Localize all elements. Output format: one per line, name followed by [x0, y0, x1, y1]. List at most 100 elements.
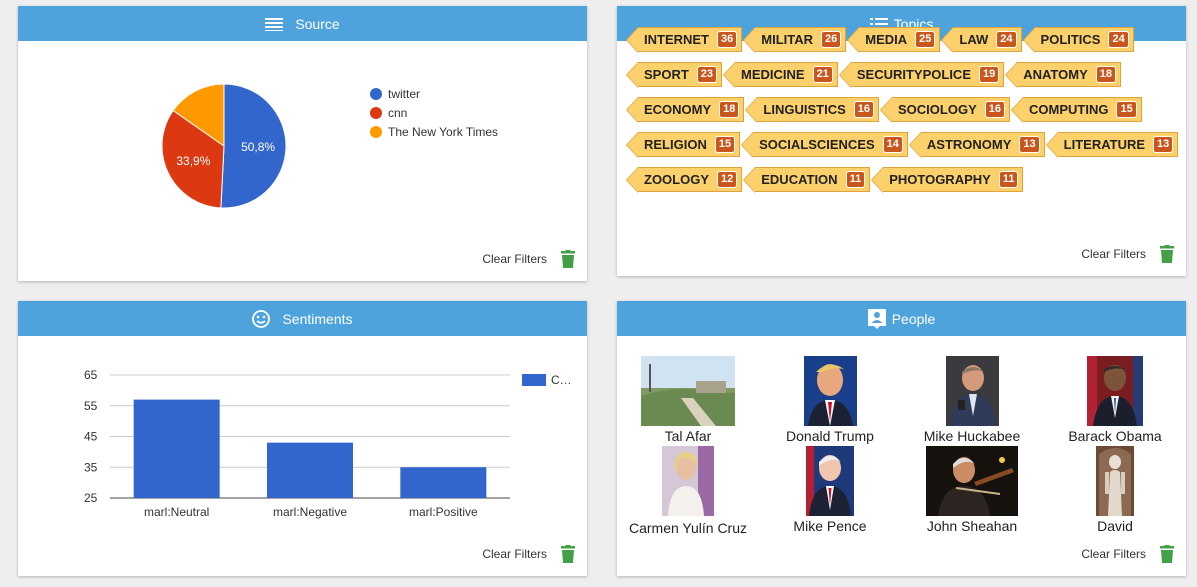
clear-filters-button[interactable]: Clear Filters	[1081, 547, 1146, 561]
legend-item[interactable]: cnn	[370, 103, 498, 122]
topic-tag-law[interactable]: LAW 24	[941, 27, 1022, 53]
legend-label: cnn	[388, 105, 408, 120]
topic-tag-sport[interactable]: SPORT 23	[625, 62, 723, 88]
trash-icon[interactable]	[561, 250, 575, 268]
topic-tag-label: EDUCATION	[761, 172, 838, 187]
topic-tag-count: 18	[719, 101, 740, 118]
bar-marl-neutral[interactable]	[133, 399, 220, 498]
y-tick-label: 25	[84, 491, 98, 505]
person-name: Donald Trump	[786, 428, 874, 444]
person-name: Mike Pence	[793, 518, 867, 534]
sentiments-bar-chart[interactable]: 25 35 45 55 65 marl:Neutral marl:Negative marl:…	[18, 356, 587, 556]
topic-tag-count: 24	[1108, 31, 1129, 48]
topic-tag-count: 26	[821, 31, 842, 48]
bar-marl-positive[interactable]	[400, 467, 487, 498]
trash-icon[interactable]	[1160, 245, 1174, 263]
topic-tag-count: 13	[1019, 136, 1040, 153]
topic-tag-label: ECONOMY	[644, 102, 712, 117]
legend-label[interactable]: C…	[551, 373, 572, 387]
y-tick-label: 45	[84, 430, 98, 444]
legend-dot	[370, 125, 382, 138]
topic-tag-label: SOCIALSCIENCES	[759, 137, 875, 152]
person-tal-afar[interactable]: Tal Afar	[618, 356, 758, 444]
topic-tag-label: INTERNET	[644, 32, 709, 47]
source-legend: twitter cnn The New York Times	[370, 84, 498, 141]
clear-filters-button[interactable]: Clear Filters	[482, 252, 547, 266]
topic-tag-medicine[interactable]: MEDICINE 21	[723, 62, 838, 88]
legend-label: twitter	[388, 86, 421, 101]
bar-marl-negative[interactable]	[267, 442, 353, 498]
person-name: Carmen Yulín Cruz	[628, 520, 747, 536]
topic-tag-count: 14	[882, 136, 903, 153]
topic-tag-count: 15	[1116, 101, 1137, 118]
person-carmen-yulin-cruz[interactable]: Carmen Yulín Cruz	[618, 446, 758, 538]
topic-tag-militar[interactable]: MILITAR 26	[743, 27, 847, 53]
topic-tag-literature[interactable]: LITERATURE 13	[1045, 132, 1179, 158]
person-mike-pence[interactable]: Mike Pence	[760, 446, 900, 534]
topic-tag-label: ASTRONOMY	[926, 137, 1012, 152]
person-john-sheahan[interactable]: John Sheahan	[902, 446, 1042, 534]
person-barack-obama[interactable]: Barack Obama	[1045, 356, 1185, 444]
topic-tag-label: ZOOLOGY	[644, 172, 709, 187]
topic-tag-photography[interactable]: PHOTOGRAPHY 11	[871, 167, 1024, 193]
topic-tag-label: POLITICS	[1040, 32, 1101, 47]
topic-tag-count: 16	[984, 101, 1005, 118]
topic-tag-linguistics[interactable]: LINGUISTICS 16	[745, 97, 880, 123]
topic-tag-securitypolice[interactable]: SECURITYPOLICE 19	[838, 62, 1005, 88]
topic-tag-economy[interactable]: ECONOMY 18	[625, 97, 745, 123]
person-david[interactable]: David	[1045, 446, 1185, 534]
topic-tag-religion[interactable]: RELIGION 15	[625, 132, 741, 158]
x-tick-label: marl:Neutral	[144, 505, 209, 519]
y-tick-label: 65	[84, 368, 98, 382]
sentiments-footer: Clear Filters	[482, 545, 575, 563]
topic-tag-astronomy[interactable]: ASTRONOMY 13	[908, 132, 1045, 158]
topic-tag-label: LAW	[959, 32, 989, 47]
topic-tag-politics[interactable]: POLITICS 24	[1022, 27, 1134, 53]
topic-tag-sociology[interactable]: SOCIOLOGY 16	[880, 97, 1010, 123]
person-mike-huckabee[interactable]: Mike Huckabee	[902, 356, 1042, 444]
source-card: Source 50,8% 33,9% twitter cnn The New York…	[18, 6, 587, 281]
topic-tag-label: MEDICINE	[741, 67, 805, 82]
topic-tag-internet[interactable]: INTERNET 36	[625, 27, 743, 53]
tag-row: SPORT 23 MEDICINE 21 SECURITYPOLICE 19 ANATOMY…	[625, 62, 1185, 97]
y-tick-label: 35	[84, 460, 98, 474]
legend-dot	[370, 106, 382, 119]
topic-tag-media[interactable]: MEDIA 25	[847, 27, 941, 53]
person-photo	[803, 356, 857, 426]
legend-dot	[370, 87, 382, 100]
people-title: People	[891, 310, 936, 327]
person-photo	[641, 356, 735, 426]
clear-filters-button[interactable]: Clear Filters	[482, 547, 547, 561]
trash-icon[interactable]	[1160, 545, 1174, 563]
person-photo	[926, 446, 1018, 516]
source-pie-chart[interactable]: 50,8% 33,9%	[124, 48, 324, 248]
topic-tag-count: 13	[1153, 136, 1174, 153]
person-donald-trump[interactable]: Donald Trump	[760, 356, 900, 444]
legend-item[interactable]: twitter	[370, 84, 498, 103]
topic-tag-zoology[interactable]: ZOOLOGY 12	[625, 167, 743, 193]
topic-tag-count: 21	[812, 66, 833, 83]
topic-tag-computing[interactable]: COMPUTING 15	[1011, 97, 1142, 123]
topic-tag-education[interactable]: EDUCATION 11	[743, 167, 871, 193]
topic-tag-label: SECURITYPOLICE	[856, 67, 971, 82]
topic-tag-anatomy[interactable]: ANATOMY 18	[1005, 62, 1122, 88]
trash-icon[interactable]	[561, 545, 575, 563]
topic-tag-count: 19	[978, 66, 1000, 83]
legend-item[interactable]: The New York Times	[370, 122, 498, 141]
topic-tag-label: LITERATURE	[1063, 137, 1146, 152]
topic-tag-socialsciences[interactable]: SOCIALSCIENCES 14	[741, 132, 908, 158]
sentiments-title: Sentiments	[282, 310, 353, 327]
person-name: Tal Afar	[664, 428, 712, 444]
legend-swatch	[522, 374, 546, 386]
sentiments-card: Sentiments 25 35 45 55 65 marl:Neutral marl:Ne…	[18, 301, 587, 576]
topic-tag-count: 11	[845, 171, 866, 188]
x-tick-label: marl:Negative	[273, 505, 347, 519]
sentiments-header: Sentiments	[18, 301, 587, 336]
person-name: John Sheahan	[926, 518, 1018, 534]
topic-tag-count: 23	[696, 66, 718, 83]
topic-tag-label: COMPUTING	[1029, 102, 1109, 117]
person-name: David	[1097, 518, 1133, 534]
topic-tag-count: 15	[714, 136, 736, 153]
clear-filters-button[interactable]: Clear Filters	[1081, 247, 1146, 261]
person-photo	[945, 356, 999, 426]
